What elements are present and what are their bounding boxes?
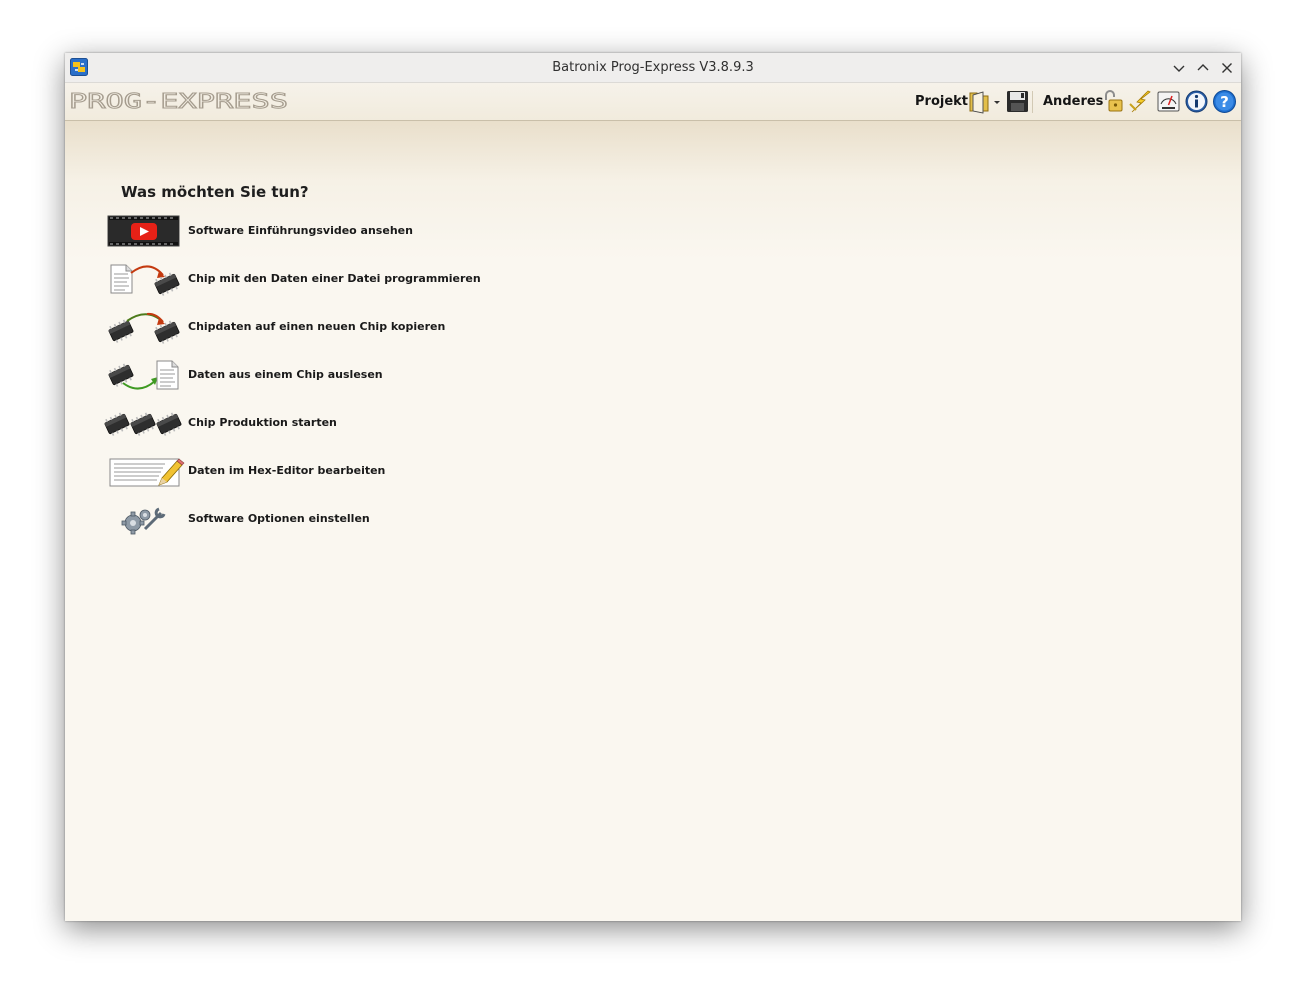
action-software-options[interactable]: Software Optionen einstellen xyxy=(101,499,501,539)
action-watch-intro-video[interactable]: Software Einführungsvideo ansehen xyxy=(101,211,501,251)
window-title: Batronix Prog-Express V3.8.9.3 xyxy=(552,60,754,75)
dropdown-arrow-icon[interactable] xyxy=(992,89,1002,114)
file-to-chip-icon xyxy=(110,264,182,298)
save-icon[interactable] xyxy=(1005,89,1030,114)
maximize-icon[interactable] xyxy=(1193,58,1213,78)
toolbar: PROG-EXPRESS Projekt Anderes ? xyxy=(65,83,1241,121)
action-copy-chip-data[interactable]: Chipdaten auf einen neuen Chip kopieren xyxy=(101,307,501,347)
action-label: Chip mit den Daten einer Datei programmi… xyxy=(188,272,481,285)
chip-to-file-icon xyxy=(106,360,179,390)
svg-text:?: ? xyxy=(1220,93,1229,111)
page-heading: Was möchten Sie tun? xyxy=(121,183,309,201)
start-page: Was möchten Sie tun? Software Einführung… xyxy=(65,121,1241,921)
svg-text:PROG-EXPRESS: PROG-EXPRESS xyxy=(69,92,288,112)
prog-express-logo: PROG-EXPRESS xyxy=(69,92,289,112)
chip-to-chip-icon xyxy=(106,312,182,346)
action-program-chip-from-file[interactable]: Chip mit den Daten einer Datei programmi… xyxy=(101,259,501,299)
open-folder-icon[interactable] xyxy=(967,89,992,114)
toolbar-separator xyxy=(1032,91,1033,113)
help-icon[interactable]: ? xyxy=(1212,89,1237,114)
minimize-icon[interactable] xyxy=(1169,58,1189,78)
info-icon[interactable] xyxy=(1184,89,1209,114)
action-start-production[interactable]: Chip Produktion starten xyxy=(101,403,501,443)
chip-production-icon xyxy=(102,410,184,438)
action-read-chip[interactable]: Daten aus einem Chip auslesen xyxy=(101,355,501,395)
action-label: Daten im Hex-Editor bearbeiten xyxy=(188,464,386,477)
hex-editor-icon xyxy=(109,458,185,487)
action-label: Chipdaten auf einen neuen Chip kopieren xyxy=(188,320,446,333)
app-window: Batronix Prog-Express V3.8.9.3 PROG-EXPR… xyxy=(65,53,1241,921)
anderes-label: Anderes xyxy=(1043,94,1104,109)
action-label: Chip Produktion starten xyxy=(188,416,337,429)
title-bar[interactable]: Batronix Prog-Express V3.8.9.3 xyxy=(65,53,1241,83)
action-label: Daten aus einem Chip auslesen xyxy=(188,368,383,381)
close-icon[interactable] xyxy=(1217,58,1237,78)
video-play-icon xyxy=(107,215,180,247)
action-label: Software Einführungsvideo ansehen xyxy=(188,224,413,237)
action-hex-editor[interactable]: Daten im Hex-Editor bearbeiten xyxy=(101,451,501,491)
action-label: Software Optionen einstellen xyxy=(188,512,370,525)
projekt-label: Projekt xyxy=(915,94,969,109)
flash-icon[interactable] xyxy=(1128,89,1153,114)
gears-icon xyxy=(121,507,166,535)
lock-icon[interactable] xyxy=(1100,89,1125,114)
meter-icon[interactable] xyxy=(1156,89,1181,114)
